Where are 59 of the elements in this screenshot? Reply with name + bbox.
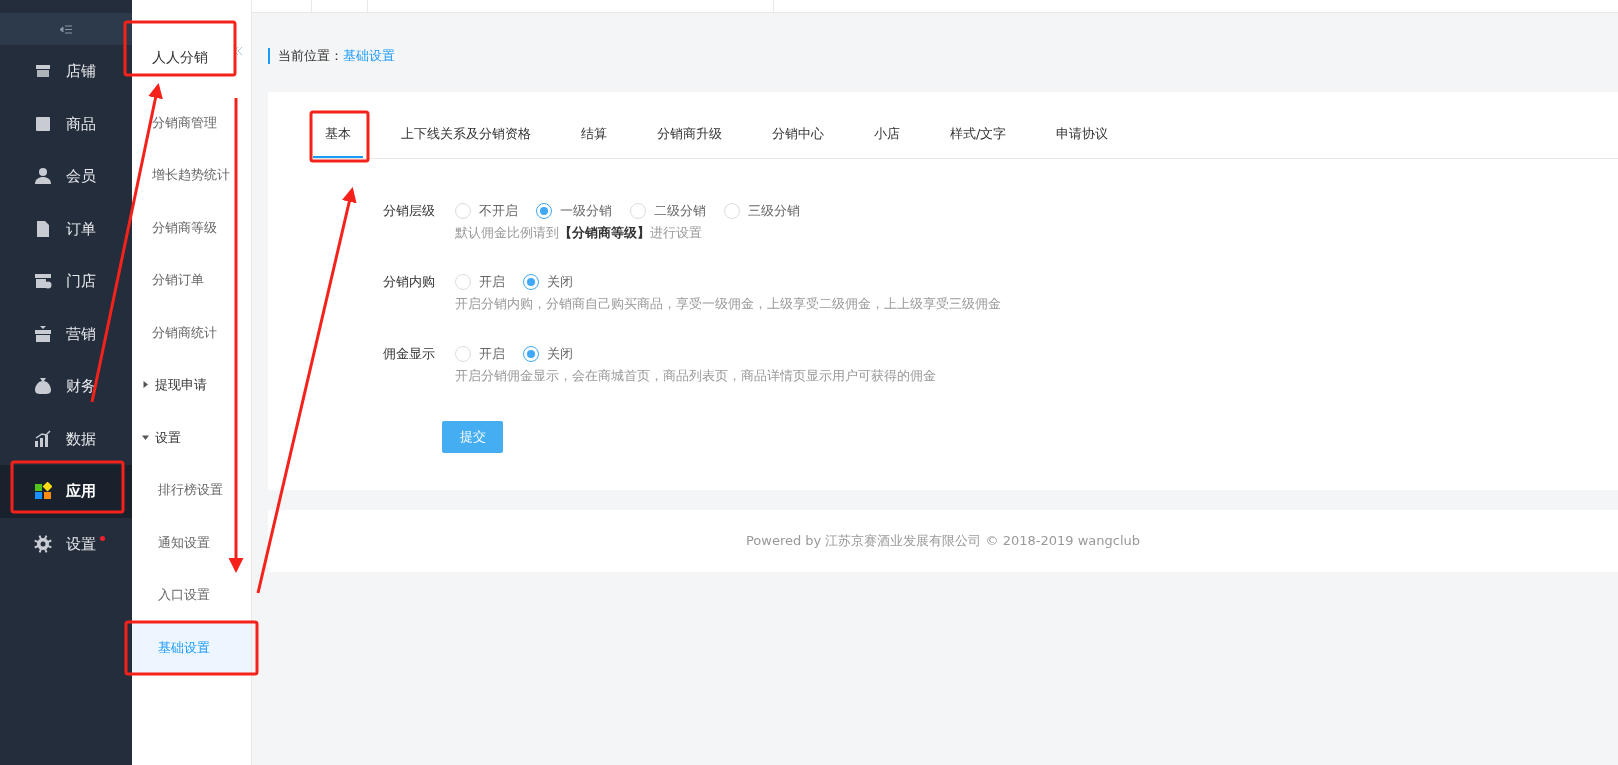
tab[interactable]: 上下线关系及分销资格 <box>389 106 543 158</box>
tab[interactable]: 申请协议 <box>1044 106 1121 158</box>
sidebar-item[interactable]: 应用 <box>0 465 132 518</box>
shop-icon <box>34 272 52 291</box>
tab[interactable]: 结算 <box>569 106 619 158</box>
gift-icon <box>34 324 52 343</box>
menu-item[interactable]: 分销商等级 <box>132 201 251 254</box>
field-label: 佣金显示 <box>383 344 436 363</box>
sidebar-item[interactable]: 设置 <box>0 517 132 570</box>
menu-group[interactable]: 提现申请 <box>155 375 207 395</box>
radio-label[interactable]: 不开启 <box>479 200 518 221</box>
bar-chart-icon <box>34 429 52 448</box>
radio-label[interactable]: 关闭 <box>547 343 573 364</box>
sidebar-item[interactable]: 门店 <box>0 255 132 308</box>
menu-item[interactable]: 增长趋势统计 <box>132 148 251 201</box>
menu-item[interactable]: 分销订单 <box>132 253 251 306</box>
sidebar-item[interactable]: 商品 <box>0 97 132 150</box>
field-label: 分销内购 <box>383 273 436 291</box>
radio-label[interactable]: 关闭 <box>547 272 573 292</box>
user-icon <box>34 167 52 186</box>
radio-label[interactable]: 开启 <box>479 272 505 292</box>
field-label: 分销层级 <box>383 201 436 220</box>
help-text: 开启分销内购，分销商自己购买商品，享受一级佣金，上级享受二级佣金，上上级享受三级佣金 <box>455 295 1001 313</box>
radio-button[interactable] <box>536 202 552 219</box>
sidebar-item[interactable]: 店铺 <box>0 45 132 98</box>
collapse-panel-icon[interactable] <box>234 47 243 55</box>
breadcrumb: 当前位置：基础设置 <box>268 48 1618 64</box>
radio-label[interactable]: 开启 <box>479 343 505 364</box>
radio-label[interactable]: 二级分销 <box>654 200 706 221</box>
sidebar-item[interactable]: 订单 <box>0 202 132 255</box>
sidebar-item[interactable]: 数据 <box>0 412 132 465</box>
menu-item[interactable]: 排行榜设置 <box>132 463 251 516</box>
sidebar-item[interactable]: 财务 <box>0 360 132 413</box>
radio-button[interactable] <box>523 345 539 362</box>
footer-text: Powered by 江苏京赛酒业发展有限公司 © 2018-2019 wangclub <box>745 532 1141 551</box>
collapse-menu-icon[interactable] <box>60 24 72 34</box>
menu-group[interactable]: 设置 <box>155 427 181 447</box>
sidebar-item[interactable]: 会员 <box>0 150 132 203</box>
menu-item[interactable]: 分销商统计 <box>132 306 251 359</box>
menu-item[interactable]: 分销商管理 <box>132 96 251 149</box>
section-title: 人人分销 <box>152 48 208 67</box>
radio-button[interactable] <box>523 274 539 290</box>
tab[interactable]: 小店 <box>862 106 912 158</box>
sidebar-item[interactable]: 营销 <box>0 307 132 360</box>
tab[interactable]: 分销中心 <box>760 106 836 158</box>
tab[interactable]: 分销商升级 <box>645 106 734 158</box>
menu-item[interactable]: 入口设置 <box>132 568 251 621</box>
radio-label[interactable]: 三级分销 <box>748 200 800 221</box>
annotation-box <box>309 110 370 163</box>
apps-icon <box>34 482 52 501</box>
tab[interactable]: 样式/文字 <box>938 106 1019 158</box>
radio-label[interactable]: 一级分销 <box>560 200 612 221</box>
help-text: 默认佣金比例请到【分销商等级】进行设置 <box>455 223 703 242</box>
money-bag-icon <box>34 377 52 396</box>
document-icon <box>34 219 52 238</box>
tab[interactable]: 基本 <box>313 106 363 158</box>
gear-icon <box>34 534 52 553</box>
menu-item[interactable]: 通知设置 <box>132 516 251 569</box>
help-text: 开启分销佣金显示，会在商城首页，商品列表页，商品详情页显示用户可获得的佣金 <box>455 366 936 385</box>
